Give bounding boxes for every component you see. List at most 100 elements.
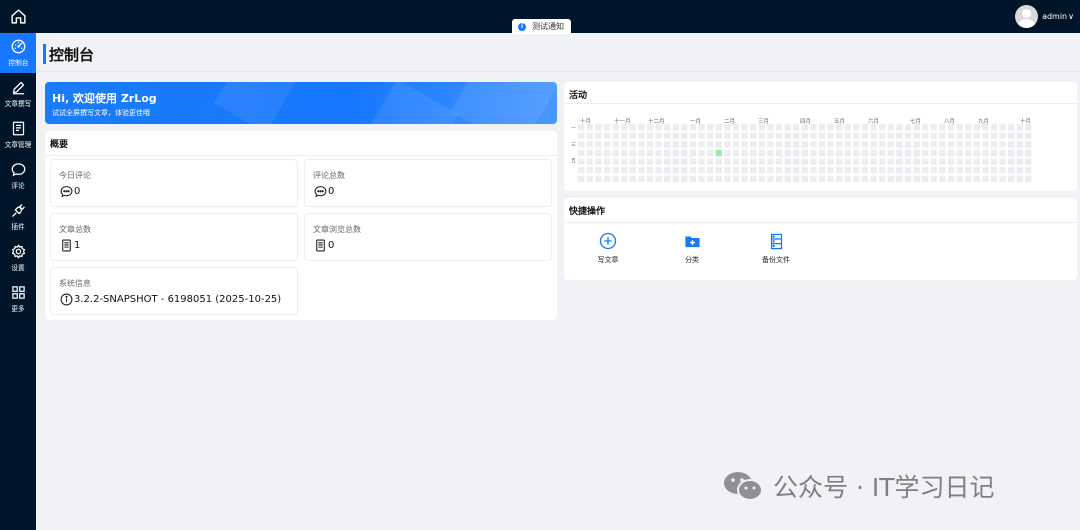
heatmap-cell[interactable]: [887, 158, 894, 165]
heatmap-cell[interactable]: [715, 175, 722, 182]
heatmap-cell[interactable]: [595, 124, 602, 131]
heatmap-cell[interactable]: [793, 132, 800, 139]
heatmap-cell[interactable]: [887, 149, 894, 157]
heatmap-cell[interactable]: [973, 132, 980, 139]
heatmap-cell[interactable]: [612, 167, 619, 174]
heatmap-cell[interactable]: [844, 167, 851, 174]
heatmap-cell[interactable]: [578, 132, 585, 139]
heatmap-cell[interactable]: [784, 175, 791, 182]
heatmap-cell[interactable]: [698, 132, 705, 139]
heatmap-cell[interactable]: [595, 175, 602, 182]
heatmap-cell[interactable]: [956, 124, 963, 131]
heatmap-cell[interactable]: [707, 149, 714, 157]
heatmap-cell[interactable]: [724, 175, 731, 182]
heatmap-cell[interactable]: [775, 124, 783, 131]
heatmap-cell[interactable]: [664, 141, 671, 148]
heatmap-cell[interactable]: [870, 175, 877, 182]
heatmap-cell[interactable]: [1008, 132, 1015, 139]
heatmap-cell[interactable]: [775, 175, 783, 182]
heatmap-cell[interactable]: [818, 141, 826, 148]
heatmap-cell[interactable]: [775, 149, 783, 157]
heatmap-cell[interactable]: [621, 124, 628, 131]
sidebar-item-write[interactable]: 文章撰写: [0, 74, 36, 114]
heatmap-cell[interactable]: [810, 149, 817, 157]
heatmap-cell[interactable]: [793, 124, 800, 131]
heatmap-cell[interactable]: [982, 175, 989, 182]
heatmap-cell[interactable]: [930, 124, 937, 131]
heatmap-cell[interactable]: [973, 167, 980, 174]
heatmap-cell[interactable]: [750, 149, 757, 157]
heatmap-cell[interactable]: [646, 124, 654, 131]
heatmap-cell[interactable]: [853, 141, 860, 148]
heatmap-cell[interactable]: [913, 149, 920, 157]
heatmap-cell[interactable]: [818, 158, 826, 165]
heatmap-cell[interactable]: [947, 158, 955, 165]
heatmap-cell[interactable]: [1016, 141, 1023, 148]
heatmap-cell[interactable]: [947, 124, 955, 131]
heatmap-cell[interactable]: [724, 158, 731, 165]
heatmap-cell[interactable]: [784, 132, 791, 139]
heatmap-cell[interactable]: [732, 175, 740, 182]
heatmap-cell[interactable]: [715, 124, 722, 131]
heatmap-cell[interactable]: [870, 158, 877, 165]
heatmap-cell[interactable]: [896, 175, 903, 182]
heatmap-cell[interactable]: [1016, 158, 1023, 165]
heatmap-cell[interactable]: [578, 141, 585, 148]
heatmap-cell[interactable]: [621, 141, 628, 148]
heatmap-cell[interactable]: [836, 132, 843, 139]
heatmap-cell[interactable]: [715, 158, 722, 165]
heatmap-cell[interactable]: [681, 141, 688, 148]
heatmap-cell[interactable]: [913, 132, 920, 139]
heatmap-cell[interactable]: [956, 175, 963, 182]
heatmap-cell[interactable]: [698, 167, 705, 174]
heatmap-cell[interactable]: [827, 167, 834, 174]
heatmap-cell[interactable]: [896, 167, 903, 174]
heatmap-cell[interactable]: [775, 158, 783, 165]
heatmap-cell[interactable]: [844, 149, 851, 157]
heatmap-cell[interactable]: [595, 158, 602, 165]
heatmap-cell[interactable]: [638, 149, 645, 157]
heatmap-cell[interactable]: [870, 149, 877, 157]
heatmap-cell[interactable]: [741, 175, 748, 182]
heatmap-cell[interactable]: [904, 167, 912, 174]
heatmap-cell[interactable]: [990, 132, 998, 139]
heatmap-cell[interactable]: [741, 167, 748, 174]
heatmap-cell[interactable]: [638, 141, 645, 148]
heatmap-cell[interactable]: [586, 175, 593, 182]
heatmap-cell[interactable]: [999, 158, 1006, 165]
heatmap-cell[interactable]: [879, 167, 886, 174]
heatmap-cell[interactable]: [879, 141, 886, 148]
heatmap-cell[interactable]: [973, 158, 980, 165]
heatmap-cell[interactable]: [621, 167, 628, 174]
heatmap-cell[interactable]: [1008, 141, 1015, 148]
heatmap-cell[interactable]: [836, 141, 843, 148]
heatmap-cell[interactable]: [629, 158, 636, 165]
heatmap-cell[interactable]: [990, 124, 998, 131]
heatmap-cell[interactable]: [810, 141, 817, 148]
heatmap-cell[interactable]: [896, 141, 903, 148]
heatmap-cell[interactable]: [870, 141, 877, 148]
heatmap-cell[interactable]: [655, 132, 662, 139]
heatmap-cell[interactable]: [672, 149, 679, 157]
heatmap-cell[interactable]: [801, 124, 808, 131]
heatmap-cell[interactable]: [810, 158, 817, 165]
heatmap-cell[interactable]: [965, 132, 972, 139]
heatmap-cell[interactable]: [965, 158, 972, 165]
heatmap-cell[interactable]: [586, 132, 593, 139]
heatmap-cell[interactable]: [586, 149, 593, 157]
heatmap-cell[interactable]: [767, 141, 774, 148]
heatmap-cell[interactable]: [750, 167, 757, 174]
heatmap-cell[interactable]: [818, 149, 826, 157]
heatmap-cell[interactable]: [939, 141, 946, 148]
heatmap-cell[interactable]: [698, 158, 705, 165]
heatmap-cell[interactable]: [982, 158, 989, 165]
heatmap-cell[interactable]: [801, 141, 808, 148]
heatmap-cell[interactable]: [887, 141, 894, 148]
heatmap-cell[interactable]: [707, 167, 714, 174]
heatmap-cell[interactable]: [732, 132, 740, 139]
heatmap-cell[interactable]: [818, 124, 826, 131]
heatmap-cell[interactable]: [612, 124, 619, 131]
heatmap-cell[interactable]: [672, 124, 679, 131]
heatmap-cell[interactable]: [956, 132, 963, 139]
heatmap-cell[interactable]: [655, 141, 662, 148]
